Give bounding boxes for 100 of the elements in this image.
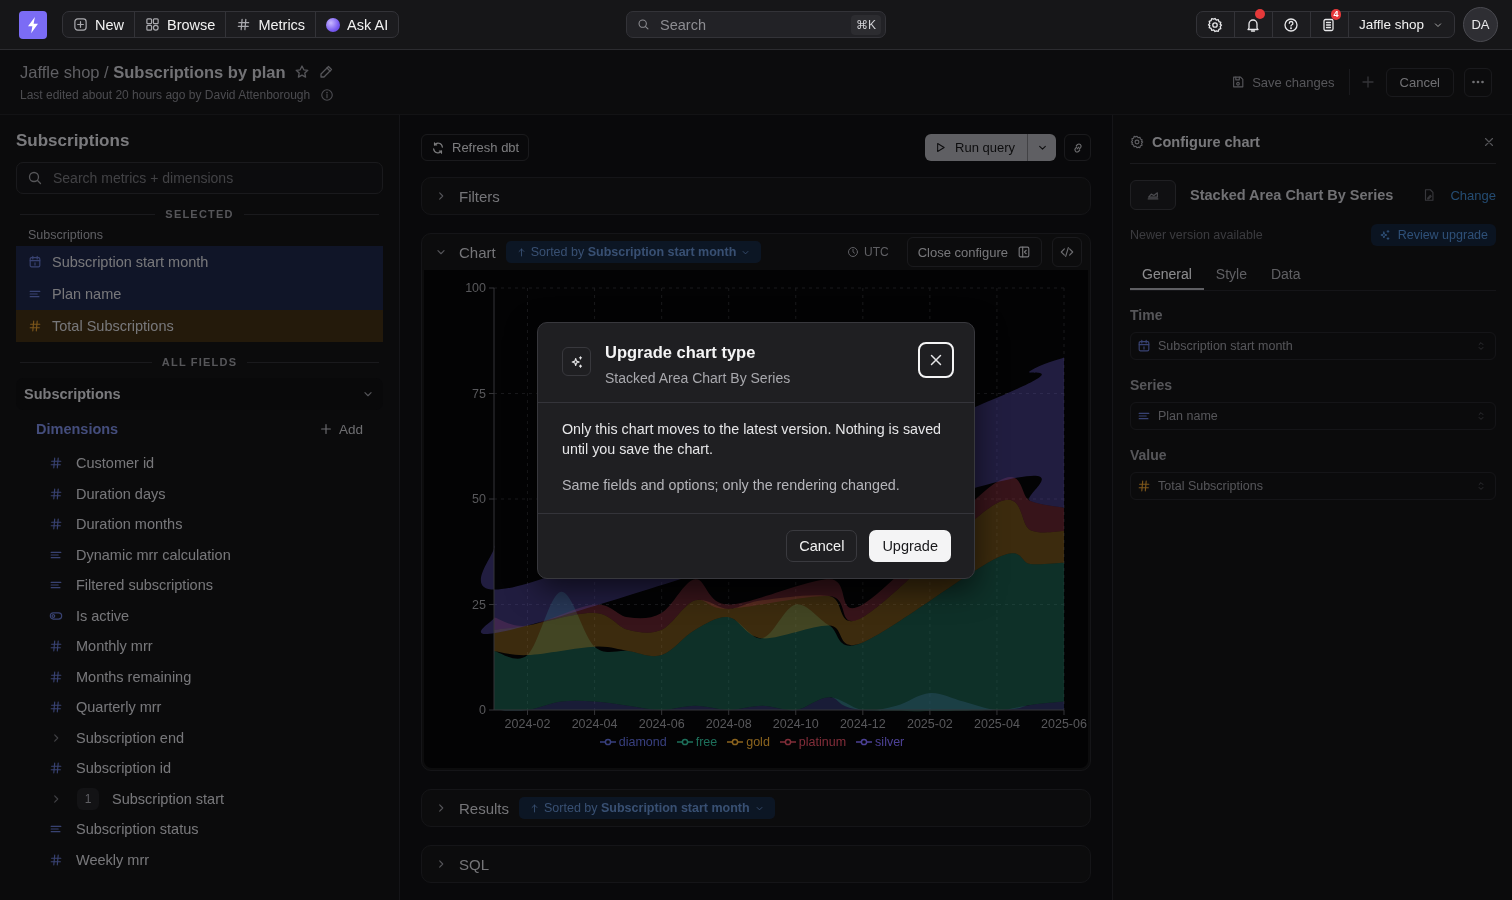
settings-icon — [1207, 16, 1224, 33]
bell-icon — [1245, 16, 1262, 33]
search-icon — [637, 18, 650, 31]
hash-icon — [49, 852, 63, 867]
code-button[interactable] — [1052, 237, 1082, 267]
field-item[interactable]: Quarterly mrr — [16, 692, 383, 723]
workspace-menu[interactable]: Jaffle shop — [1348, 12, 1454, 37]
axis-label: 2024-04 — [571, 717, 618, 731]
change-link[interactable]: Change — [1450, 187, 1496, 203]
axis-label: 2025-04 — [974, 717, 1020, 731]
review-upgrade-button[interactable]: Review upgrade — [1370, 224, 1496, 246]
nav-button[interactable]: Metrics — [225, 12, 316, 37]
field-item[interactable]: Monthly mrr — [16, 631, 383, 662]
axis-label: 2024-08 — [705, 717, 752, 731]
axis-label: 75 — [472, 386, 486, 401]
tab[interactable]: General — [1130, 260, 1204, 290]
axis-label: 2025-06 — [1041, 717, 1087, 731]
orb-icon — [326, 17, 341, 32]
refresh-icon — [431, 140, 445, 155]
legend-item[interactable]: gold — [727, 735, 770, 749]
field-item[interactable]: 1 Subscription start — [16, 783, 383, 814]
axis-label: 2024-02 — [504, 717, 551, 731]
count-badge: 1 — [77, 787, 99, 810]
user-avatar[interactable]: DA — [1463, 7, 1498, 42]
legend-item[interactable]: silver — [856, 735, 905, 749]
refresh-button[interactable]: Refresh dbt — [421, 134, 530, 161]
page-title: Jaffle shop / Subscriptions by plan — [20, 62, 286, 82]
save-icon — [1231, 75, 1246, 89]
axis-label: 25 — [472, 597, 486, 612]
add-button[interactable]: Add — [318, 421, 363, 437]
axis-label: 2024-06 — [638, 717, 685, 731]
upgrade-button[interactable]: Upgrade — [869, 530, 951, 562]
count-badge: 4 — [1330, 9, 1341, 20]
hash-icon — [49, 700, 63, 715]
section-toggle[interactable]: SQL — [434, 855, 489, 873]
search-field[interactable]: Search ⌘K — [626, 11, 886, 38]
panel-title: Configure chart — [1152, 134, 1260, 150]
field-item[interactable]: Is active — [16, 600, 383, 631]
select-field[interactable]: Total Subscriptions — [1130, 472, 1496, 500]
plus-square-icon — [73, 17, 88, 32]
shortcut-key: ⌘K — [851, 14, 881, 35]
search-input[interactable]: Search — [658, 15, 843, 34]
field-item[interactable]: Subscription end — [16, 722, 383, 753]
nav-button[interactable]: Ask AI — [315, 12, 399, 37]
section-heading: SELECTED — [165, 208, 234, 220]
select-field[interactable]: Subscription start month — [1130, 332, 1496, 360]
calendar-icon — [28, 255, 42, 269]
field-item[interactable]: Subscription status — [16, 814, 383, 845]
favorite-button[interactable] — [293, 64, 310, 80]
hash-icon — [1137, 479, 1151, 493]
hash-icon — [49, 456, 63, 471]
field-item[interactable]: Duration months — [16, 509, 383, 540]
plus-icon — [318, 422, 333, 436]
sparkle-icon — [562, 347, 591, 376]
calendar-icon — [1137, 339, 1151, 353]
sparkle-icon — [1378, 229, 1391, 241]
selected-field[interactable]: Total Subscriptions — [16, 310, 383, 342]
legend-item[interactable]: free — [676, 735, 718, 749]
tab[interactable]: Style — [1203, 260, 1259, 290]
field-item[interactable]: Subscription id — [16, 753, 383, 784]
share-link-button[interactable] — [1064, 134, 1091, 161]
chart-type-name: Stacked Area Chart By Series — [1190, 187, 1395, 203]
hash-icon — [28, 319, 42, 333]
section-toggle[interactable]: Filters — [434, 187, 500, 205]
selected-field[interactable]: Plan name — [16, 278, 383, 310]
cancel-button[interactable]: Cancel — [1385, 67, 1454, 97]
pencil-icon — [317, 64, 334, 80]
field-item[interactable]: Months remaining — [16, 661, 383, 692]
tab[interactable]: Data — [1258, 260, 1313, 290]
selected-field[interactable]: Subscription start month — [16, 246, 383, 278]
select-field[interactable]: Plan name — [1130, 402, 1496, 430]
axis-label: 2024-12 — [839, 717, 886, 731]
cancel-button[interactable]: Cancel — [786, 530, 858, 562]
arrow-up-icon — [515, 246, 527, 258]
sort-badge[interactable]: Sorted by Subscription start month — [519, 797, 775, 819]
axis-label: 50 — [472, 492, 486, 506]
nav-button[interactable]: Browse — [134, 12, 226, 37]
section-heading: Dimensions — [36, 421, 119, 437]
field-item[interactable]: Dynamic mrr calculation — [16, 539, 383, 570]
timezone-label: UTC — [864, 245, 889, 259]
dialog-text: Same fields and options; only the rendering changed. — [562, 476, 901, 495]
field-item[interactable]: Duration days — [16, 478, 383, 509]
hash-icon — [236, 17, 252, 32]
legend-item[interactable]: platinum — [779, 735, 847, 749]
section-toggle[interactable]: Chart — [434, 243, 496, 261]
news-button[interactable]: 4 — [1310, 12, 1349, 37]
edit-button[interactable] — [317, 64, 334, 80]
field-item[interactable]: Filtered subscriptions — [16, 570, 383, 601]
section-toggle[interactable]: Results — [434, 799, 510, 817]
hash-icon — [49, 486, 63, 501]
field-label: Value — [1130, 447, 1168, 463]
field-item[interactable]: Weekly mrr — [16, 844, 383, 875]
nav-button[interactable]: New — [63, 12, 134, 37]
close-button[interactable] — [918, 342, 954, 378]
arrow-up-icon — [529, 802, 541, 814]
last-edited-text: Last edited about 20 hours ago by David Attenborough — [20, 87, 311, 102]
close-configure-button[interactable]: Close configure — [906, 237, 1042, 267]
field-item[interactable]: Customer id — [16, 448, 383, 479]
sort-badge[interactable]: Sorted by Subscription start month — [505, 241, 762, 263]
info-icon — [320, 87, 335, 102]
